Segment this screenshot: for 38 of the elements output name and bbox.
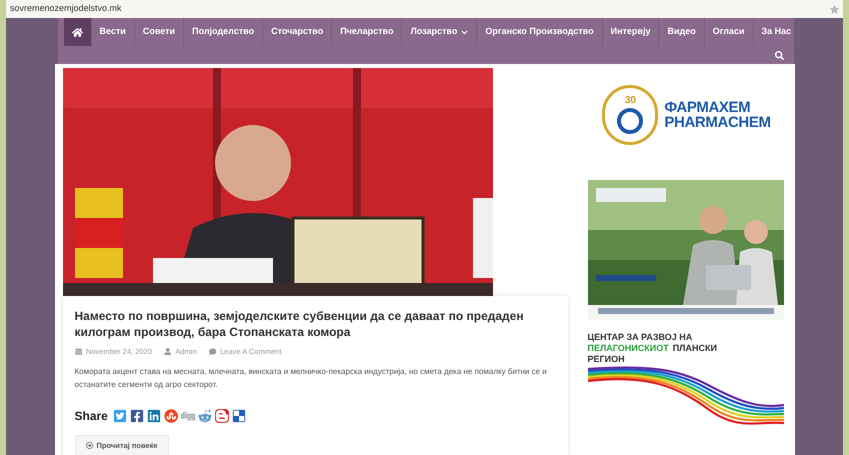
nav-item[interactable]: Органско Производство xyxy=(477,18,603,46)
region-highlight: ПЕЛАГОНИСКИОТ xyxy=(588,343,669,354)
region-title: ПЛАНСКИ xyxy=(672,343,717,354)
bookmark-star-icon[interactable] xyxy=(830,4,839,14)
nav-item[interactable]: Полјоделство xyxy=(184,18,264,46)
nav-item[interactable]: Вести xyxy=(92,18,135,46)
nav-item[interactable]: Лозарство xyxy=(402,18,478,46)
comment-icon xyxy=(208,348,216,356)
search-icon[interactable] xyxy=(774,50,784,60)
share-label: Share xyxy=(74,408,108,426)
user-icon xyxy=(164,348,172,356)
stumbleupon-icon[interactable] xyxy=(164,409,178,424)
nav-item[interactable]: Видео xyxy=(659,18,705,46)
nav-item[interactable]: Огласи xyxy=(704,18,754,46)
brand-name-cyrillic: ФАРМАХЕМ xyxy=(664,100,752,115)
reddit-icon[interactable] xyxy=(198,409,212,424)
nav-item[interactable]: Пчеларство xyxy=(332,18,402,46)
home-button[interactable] xyxy=(64,18,92,46)
home-icon xyxy=(72,26,82,38)
nav-item[interactable]: Интервју xyxy=(602,18,660,46)
nav-item[interactable]: Сточарство xyxy=(263,18,332,46)
facebook-icon[interactable] xyxy=(130,409,144,424)
twitter-icon[interactable] xyxy=(112,409,127,424)
digg-icon[interactable] xyxy=(180,409,195,424)
linkedin-icon[interactable] xyxy=(146,409,161,424)
delicious-icon[interactable] xyxy=(232,409,246,424)
article-excerpt: Комората акцент става на месната, млечната, винската и мелничко-пекарска индустрија, но смета дека не помалку битни се и останатите сегменти од агро секторот. xyxy=(74,366,548,392)
url-text[interactable]: sovremenozemjodelstvo.mk xyxy=(10,2,122,16)
sponsor-logo[interactable]: 30 ФАРМАХЕМ PHARMACHEM xyxy=(588,80,786,150)
calendar-icon xyxy=(74,348,82,356)
brand-name-latin: PHARMACHEM xyxy=(664,115,771,130)
nav-item[interactable]: Совети xyxy=(134,18,184,46)
region-title: РЕГИОН xyxy=(588,354,626,365)
blogger-icon[interactable] xyxy=(214,409,229,424)
nav-item[interactable]: За Нас xyxy=(754,18,800,46)
region-title: ЦЕНТАР ЗА РАЗВОЈ НА xyxy=(588,332,694,343)
article-title[interactable]: Наместо по површина, земјоделските субвенции да се даваат по предаден килограм производ, бара Стопанската комора xyxy=(74,308,556,340)
anniversary-number: 30 xyxy=(624,96,636,106)
